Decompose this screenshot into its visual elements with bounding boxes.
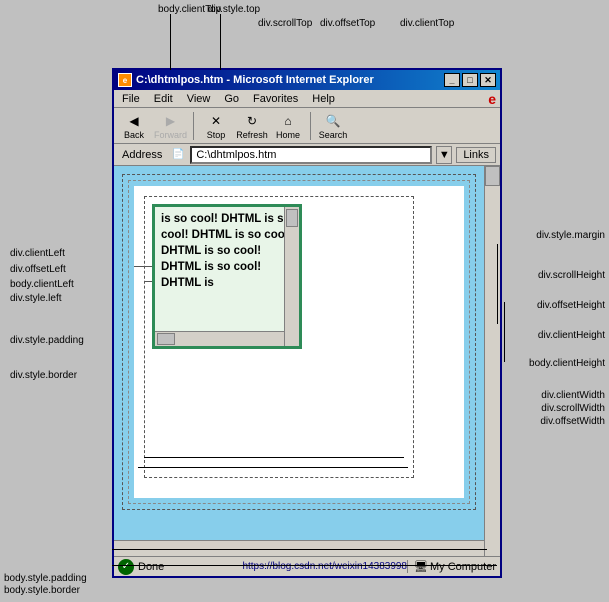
body-client-width-line — [144, 457, 404, 458]
status-text: Done — [138, 561, 242, 573]
toolbar-separator-2 — [310, 112, 311, 140]
title-bar-buttons: _ □ ✕ — [444, 73, 496, 87]
label-div-style-padding: div.style.padding — [10, 335, 84, 346]
address-bar: Address 📄 ▼ Links — [114, 144, 500, 166]
label-div-client-height: div.clientHeight — [538, 330, 605, 341]
body-client-width-arrow-full — [112, 549, 487, 550]
ie-hscroll[interactable] — [114, 540, 484, 556]
div-offset-left-line — [134, 266, 152, 267]
content-wrapper: is so cool! DHTML is so cool! DHTML is s… — [114, 166, 484, 540]
label-div-offset-height: div.offsetHeight — [537, 300, 605, 311]
back-button[interactable]: ◀ Back — [118, 112, 150, 140]
scroll-div-hscroll[interactable] — [155, 331, 284, 346]
zone-text: My Computer — [430, 561, 496, 573]
label-body-style-border: body.style.border — [4, 585, 80, 596]
stop-button[interactable]: ✕ Stop — [200, 112, 232, 140]
label-div-style-left: div.style.left — [10, 293, 62, 304]
title-bar: e C:\dhtmlpos.htm - Microsoft Internet E… — [114, 70, 500, 90]
div-client-left-line — [144, 281, 152, 282]
menu-edit[interactable]: Edit — [150, 92, 177, 106]
scroll-div[interactable]: is so cool! DHTML is so cool! DHTML is s… — [152, 204, 302, 349]
body-white-area: is so cool! DHTML is so cool! DHTML is s… — [134, 186, 464, 498]
home-icon: ⌂ — [277, 112, 299, 130]
maximize-button[interactable]: □ — [462, 73, 478, 87]
close-button[interactable]: ✕ — [480, 73, 496, 87]
title-bar-left: e C:\dhtmlpos.htm - Microsoft Internet E… — [118, 73, 374, 87]
zone-icon: 🖥 — [414, 560, 428, 573]
title-bar-text: C:\dhtmlpos.htm - Microsoft Internet Exp… — [136, 74, 374, 86]
ie-icon: e — [118, 73, 132, 87]
div-scroll-height-arrow — [497, 244, 498, 324]
status-url: https://blog.csdn.net/weixin14383998 — [242, 561, 407, 572]
refresh-icon: ↻ — [241, 112, 263, 130]
search-button[interactable]: 🔍 Search — [317, 112, 349, 140]
label-div-client-top-right: div.clientTop — [400, 18, 454, 29]
body-offset-width-arrow-full — [112, 565, 497, 566]
toolbar: ◀ Back ▶ Forward ✕ Stop ↻ Refresh ⌂ Home… — [114, 108, 500, 144]
search-label: Search — [319, 130, 348, 140]
back-icon: ◀ — [123, 112, 145, 130]
scroll-div-hthumb[interactable] — [157, 333, 175, 345]
label-div-scroll-top: div.scrollTop — [258, 18, 312, 29]
menu-go[interactable]: Go — [220, 92, 243, 106]
menu-help[interactable]: Help — [308, 92, 339, 106]
ie-vscroll-thumb[interactable] — [485, 166, 500, 186]
menu-bar: File Edit View Go Favorites Help e — [114, 90, 500, 108]
toolbar-separator-1 — [193, 112, 194, 140]
label-div-style-border: div.style.border — [10, 370, 77, 381]
scroll-div-vthumb[interactable] — [286, 209, 298, 227]
scroll-div-text: is so cool! DHTML is so cool! DHTML is s… — [155, 207, 299, 295]
menu-view[interactable]: View — [183, 92, 215, 106]
search-icon: 🔍 — [322, 112, 344, 130]
done-icon: ✓ — [118, 559, 134, 575]
back-label: Back — [124, 130, 144, 140]
scroll-div-content: is so cool! DHTML is so cool! DHTML is s… — [155, 207, 299, 346]
refresh-button[interactable]: ↻ Refresh — [236, 112, 268, 140]
label-body-style-padding: body.style.padding — [4, 573, 87, 584]
content-area: is so cool! DHTML is so cool! DHTML is s… — [114, 166, 484, 540]
ie-logo-icon: e — [488, 91, 496, 107]
address-page-icon: 📄 — [170, 147, 186, 163]
status-bar: ✓ Done https://blog.csdn.net/weixin14383… — [114, 556, 500, 576]
label-div-offset-width: div.offsetWidth — [540, 416, 605, 427]
minimize-button[interactable]: _ — [444, 73, 460, 87]
menu-favorites[interactable]: Favorites — [249, 92, 302, 106]
div-offset-height-arrow — [504, 302, 505, 362]
div-style-top-arrow — [220, 14, 221, 70]
address-input[interactable] — [190, 146, 432, 164]
refresh-label: Refresh — [236, 130, 268, 140]
address-dropdown[interactable]: ▼ — [436, 146, 452, 164]
label-div-scroll-width: div.scrollWidth — [541, 403, 605, 414]
home-button[interactable]: ⌂ Home — [272, 112, 304, 140]
status-zone: 🖥 My Computer — [407, 560, 496, 573]
ie-vscroll[interactable] — [484, 166, 500, 556]
forward-label: Forward — [154, 130, 187, 140]
label-div-style-top: div.style.top — [208, 4, 260, 15]
forward-icon: ▶ — [160, 112, 182, 130]
label-body-client-left: body.clientLeft — [10, 279, 74, 290]
home-label: Home — [276, 130, 300, 140]
address-label: Address — [118, 148, 166, 162]
forward-button[interactable]: ▶ Forward — [154, 112, 187, 140]
label-div-offset-top: div.offsetTop — [320, 18, 375, 29]
body-client-top-arrow — [170, 14, 171, 70]
scroll-div-vscroll[interactable] — [284, 207, 299, 346]
stop-label: Stop — [207, 130, 226, 140]
body-offset-width-line — [138, 467, 408, 468]
label-div-client-width: div.clientWidth — [541, 390, 605, 401]
label-div-style-margin: div.style.margin — [536, 230, 605, 241]
label-body-client-height: body.clientHeight — [529, 358, 605, 369]
menu-file[interactable]: File — [118, 92, 144, 106]
label-div-offset-left: div.offsetLeft — [10, 264, 66, 275]
ie-window[interactable]: e C:\dhtmlpos.htm - Microsoft Internet E… — [112, 68, 502, 578]
label-div-scroll-height: div.scrollHeight — [538, 270, 605, 281]
links-button[interactable]: Links — [456, 147, 496, 163]
stop-icon: ✕ — [205, 112, 227, 130]
label-div-client-left: div.clientLeft — [10, 248, 65, 259]
